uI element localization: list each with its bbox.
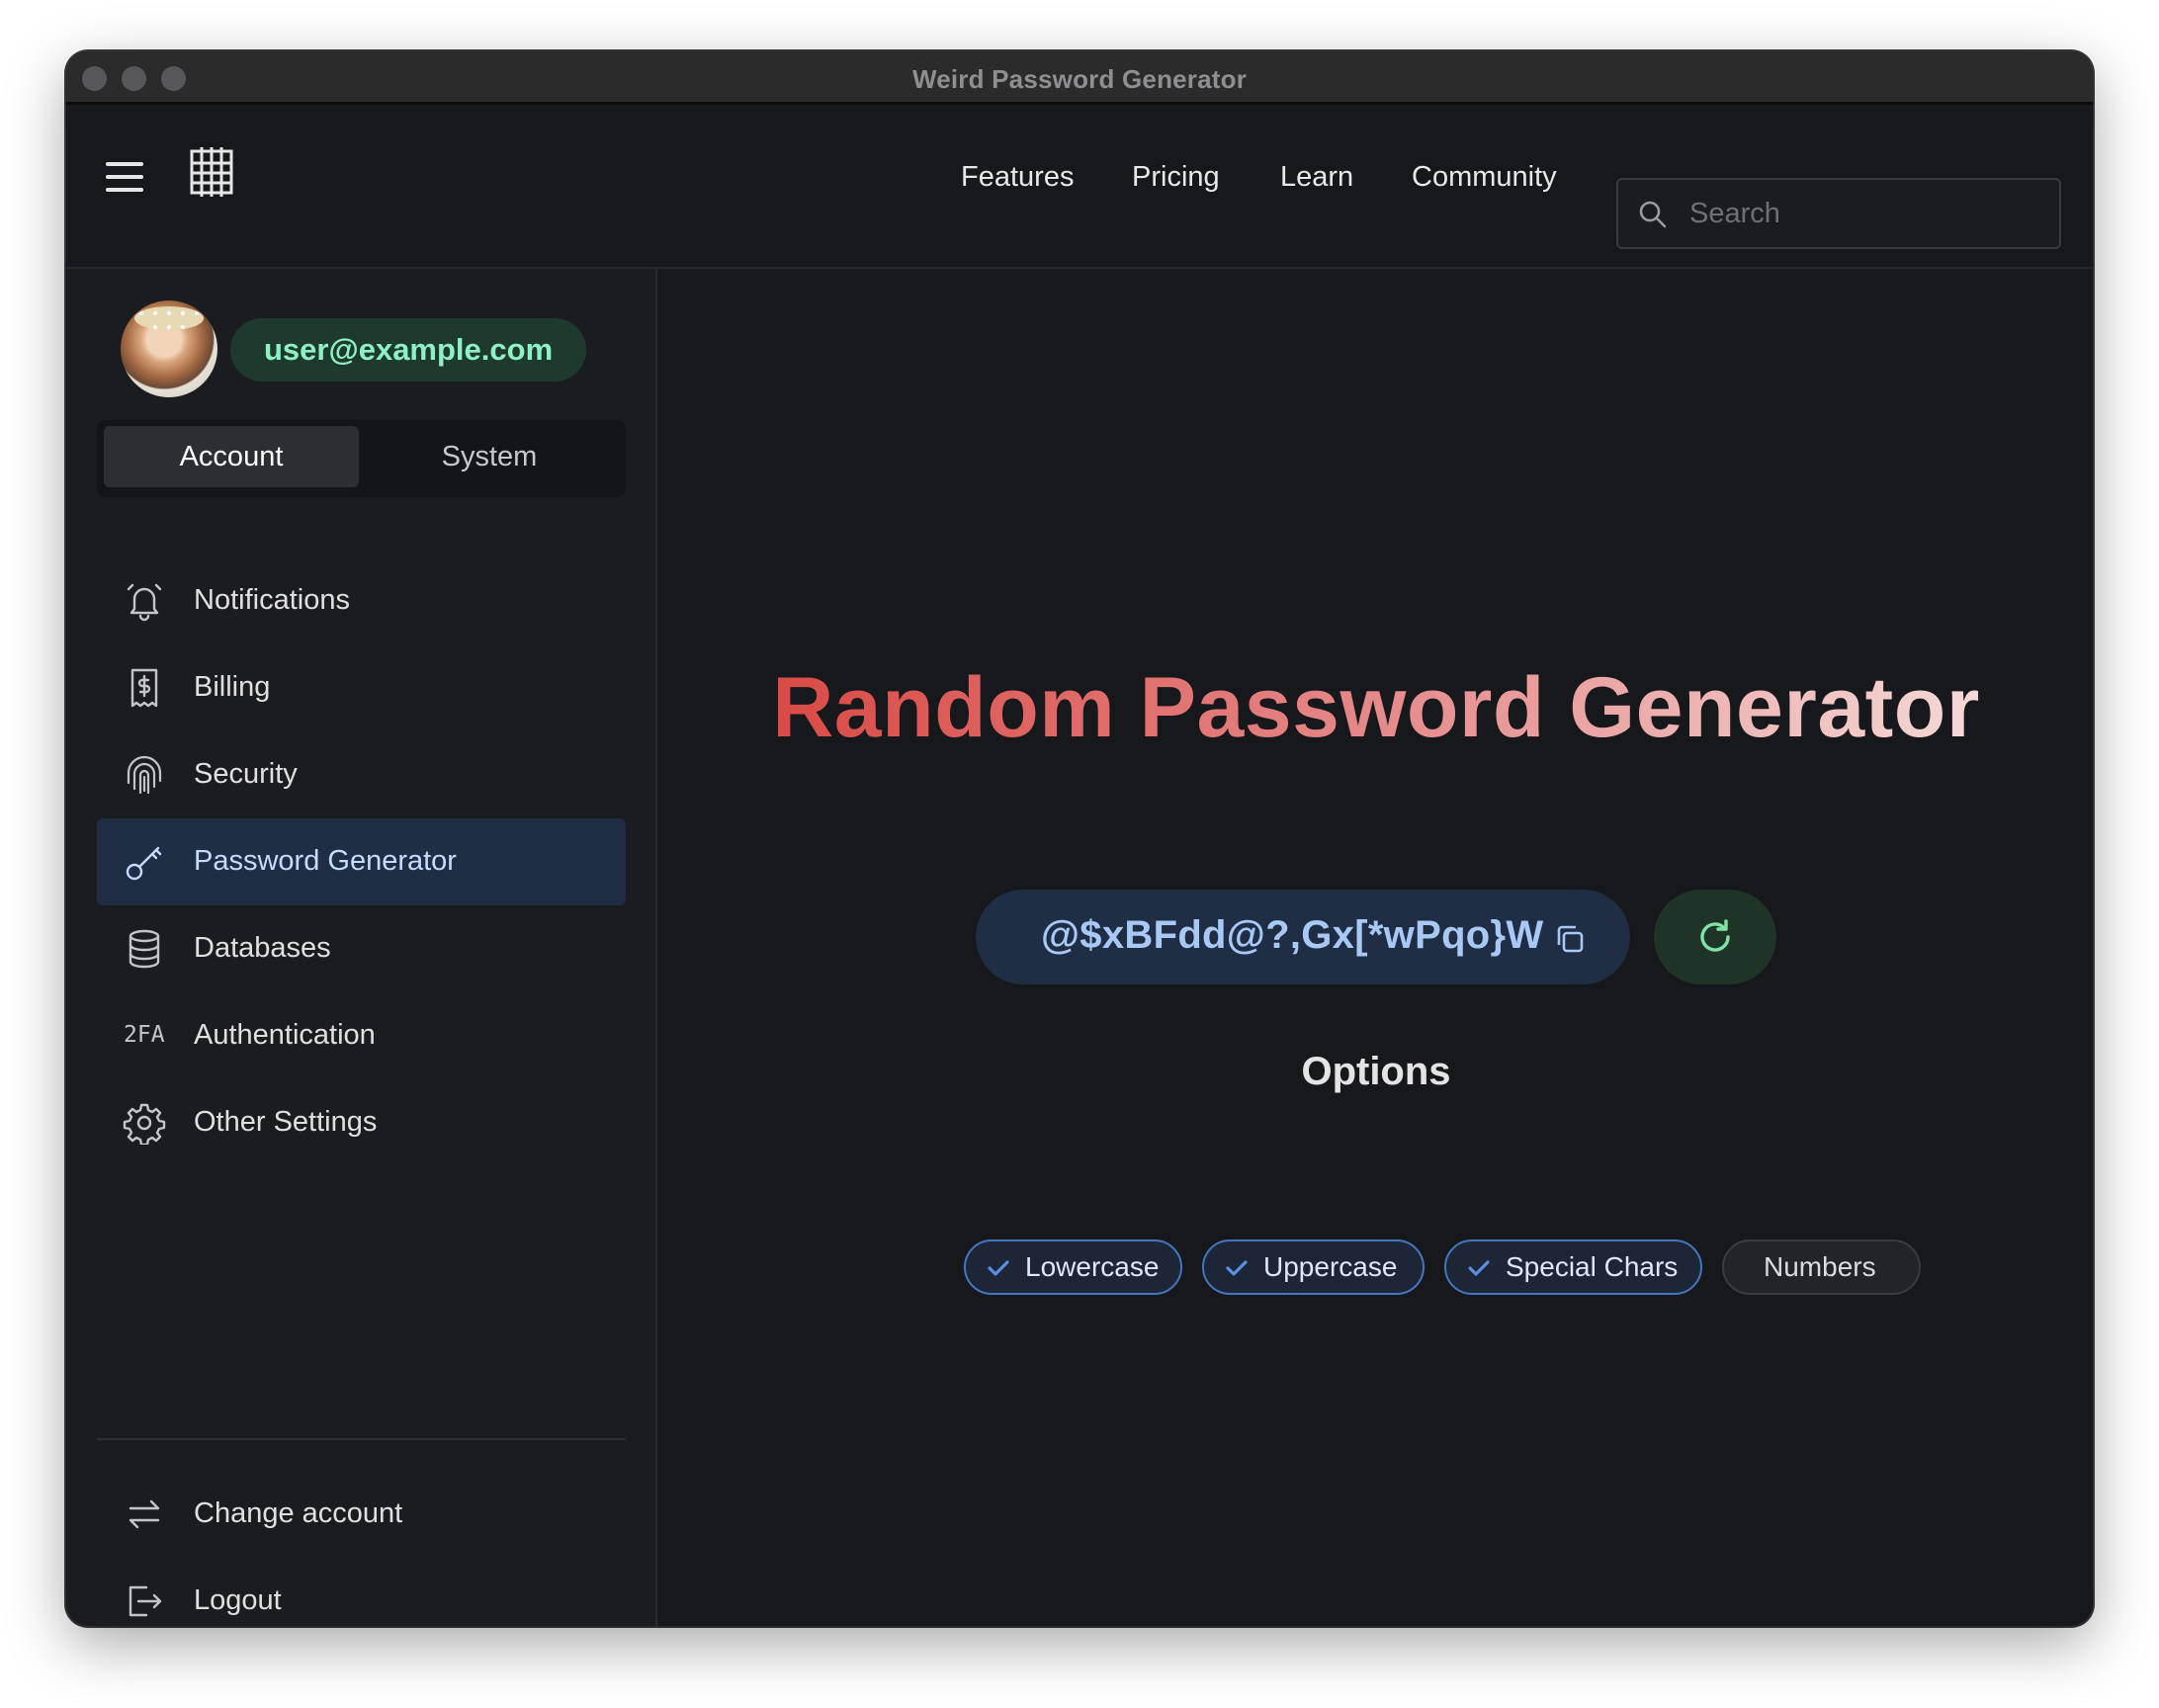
window-title: Weird Password Generator: [911, 64, 1248, 94]
sidebar-item-notifications[interactable]: Notifications: [97, 557, 626, 644]
account-actions: Change account Logout: [97, 1471, 626, 1626]
sidebar-item-authentication[interactable]: 2FA Authentication: [97, 992, 626, 1079]
main-content: Random Password Generator @$xBFdd@?,Gx[*…: [659, 269, 2093, 1626]
sidebar-item-label: Notifications: [194, 584, 350, 616]
gear-icon: [123, 1103, 166, 1145]
search-box: [1616, 178, 2061, 249]
fingerprint-icon: [127, 755, 162, 795]
bell-icon: [127, 583, 162, 622]
generated-password[interactable]: @$xBFdd@?,Gx[*wPqo}W: [1041, 913, 1543, 958]
option-numbers-chip[interactable]: Numbers: [1722, 1239, 1921, 1295]
option-special-chars-chip[interactable]: Special Chars: [1444, 1239, 1702, 1295]
menu-icon[interactable]: [106, 162, 143, 192]
logout-icon: [129, 1585, 162, 1617]
sidebar-item-other-settings[interactable]: Other Settings: [97, 1079, 626, 1166]
change-account-button[interactable]: Change account: [97, 1471, 626, 1558]
switch-arrows-icon: [129, 1499, 160, 1529]
settings-menu: Notifications Billing Security Password …: [97, 557, 626, 1166]
option-label: Numbers: [1764, 1251, 1876, 1282]
nav-features[interactable]: Features: [961, 161, 1074, 194]
abacus-logo-icon[interactable]: [189, 147, 234, 197]
search-icon: [1639, 201, 1667, 228]
sidebar-item-label: Password Generator: [194, 845, 457, 877]
option-label: Lowercase: [1025, 1251, 1160, 1282]
sidebar-item-label: Change account: [194, 1497, 403, 1529]
nav-learn[interactable]: Learn: [1280, 161, 1353, 194]
sidebar-item-databases[interactable]: Databases: [97, 905, 626, 992]
sidebar-item-label: Billing: [194, 671, 271, 703]
sidebar-item-label: Logout: [194, 1584, 282, 1616]
sidebar-item-security[interactable]: Security: [97, 731, 626, 818]
nav-community[interactable]: Community: [1412, 161, 1557, 194]
sidebar-item-password-generator[interactable]: Password Generator: [97, 818, 626, 905]
user-email-badge[interactable]: user@example.com: [230, 318, 587, 382]
tab-account[interactable]: Account: [104, 426, 359, 487]
page-title: Random Password Generator: [772, 660, 1980, 755]
check-icon: [1468, 1260, 1490, 1276]
2fa-icon: 2FA: [124, 1022, 165, 1048]
option-label: Special Chars: [1506, 1251, 1679, 1282]
generated-password-field[interactable]: @$xBFdd@?,Gx[*wPqo}W: [976, 890, 1630, 984]
option-label: Uppercase: [1263, 1251, 1398, 1282]
nav-pricing[interactable]: Pricing: [1132, 161, 1220, 194]
logout-button[interactable]: Logout: [97, 1558, 626, 1626]
top-navigation: Features Pricing Learn Community: [66, 108, 2093, 269]
sidebar-item-label: Databases: [194, 932, 331, 964]
database-icon: [129, 929, 160, 969]
options-heading: Options: [1301, 1050, 1451, 1093]
option-lowercase-chip[interactable]: Lowercase: [964, 1239, 1182, 1295]
receipt-dollar-icon: [130, 668, 158, 708]
sidebar-item-label: Authentication: [194, 1019, 376, 1051]
check-icon: [1226, 1260, 1248, 1276]
sidebar-divider: [97, 1438, 626, 1440]
key-icon: [126, 846, 162, 881]
title-bar: Weird Password Generator: [66, 51, 2093, 105]
account-system-switch: Account System: [97, 420, 626, 497]
check-icon: [988, 1260, 1009, 1276]
sidebar-item-label: Security: [194, 758, 298, 790]
sidebar: user@example.com Account System Notifica…: [66, 269, 657, 1626]
search-input[interactable]: [1689, 190, 2045, 237]
avatar[interactable]: [121, 300, 217, 397]
tab-system[interactable]: System: [362, 426, 617, 487]
app-window: Weird Password Generator Features Pricin…: [66, 51, 2093, 1626]
copy-icon[interactable]: [1553, 922, 1587, 956]
sidebar-item-billing[interactable]: Billing: [97, 644, 626, 731]
refresh-icon: [1700, 919, 1730, 952]
regenerate-button[interactable]: [1654, 890, 1776, 984]
sidebar-item-label: Other Settings: [194, 1106, 378, 1138]
option-uppercase-chip[interactable]: Uppercase: [1202, 1239, 1425, 1295]
